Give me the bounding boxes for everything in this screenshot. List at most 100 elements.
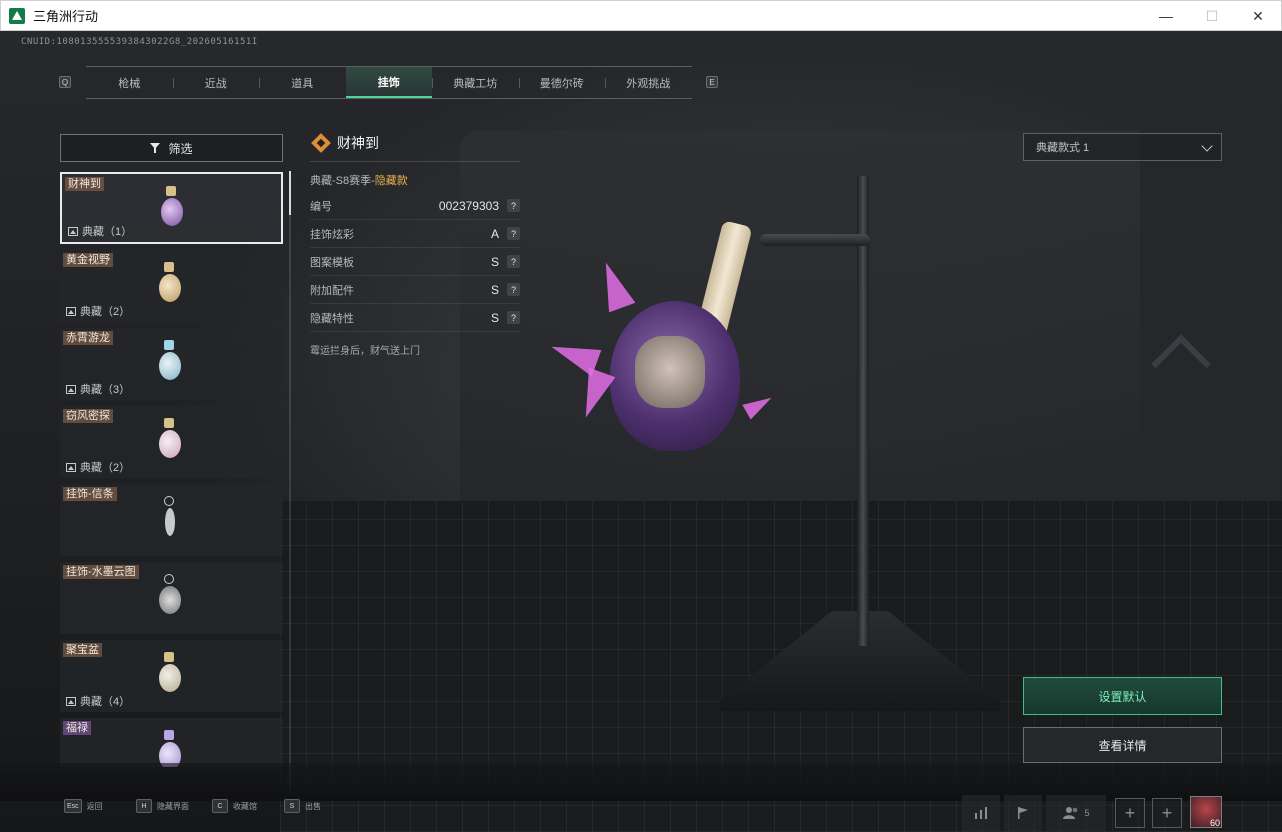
- tab-props[interactable]: 道具: [259, 67, 346, 98]
- filter-label: 筛选: [168, 141, 193, 156]
- key-s: S: [284, 799, 300, 813]
- hint-back[interactable]: Esc 返回: [64, 799, 103, 813]
- divider: [310, 161, 520, 162]
- grade-value: S: [490, 282, 499, 297]
- item-collection-tag: 典藏（3）: [66, 381, 130, 397]
- item-name: 福禄: [63, 721, 91, 735]
- list-item[interactable]: 窃风密探 典藏（2）: [60, 406, 283, 478]
- grade-value: S: [490, 254, 499, 269]
- charm-thumbnail: [156, 418, 184, 464]
- game-viewport: CNUID:1080135555393843022G8_20260516151I…: [0, 31, 1282, 832]
- list-scrollbar-track[interactable]: [289, 171, 291, 796]
- list-item[interactable]: 聚宝盆 典藏（4）: [60, 640, 283, 712]
- tab-guns[interactable]: 枪械: [86, 67, 173, 98]
- team-count: 5: [1084, 808, 1090, 818]
- style-dropdown[interactable]: 典藏款式 1: [1023, 133, 1222, 161]
- collection-rarity-icon: [311, 133, 331, 153]
- maximize-button[interactable]: ☐: [1189, 1, 1235, 31]
- cnuid-text: CNUID:1080135555393843022G8_20260516151I: [21, 37, 258, 47]
- funnel-icon: [150, 143, 161, 153]
- item-name: 聚宝盆: [63, 643, 102, 657]
- list-item[interactable]: 财神到 典藏（1）: [60, 172, 283, 244]
- charm-face: [635, 336, 705, 408]
- view-details-button[interactable]: 查看详情: [1023, 727, 1222, 763]
- help-icon[interactable]: ?: [507, 227, 520, 240]
- key-c: C: [212, 799, 228, 813]
- close-button[interactable]: ✕: [1235, 1, 1281, 31]
- detail-title: 财神到: [337, 135, 379, 151]
- tab-charms[interactable]: 挂饰: [345, 67, 432, 98]
- player-avatar[interactable]: 60: [1190, 796, 1222, 828]
- list-item[interactable]: 黄金视野 典藏（2）: [60, 250, 283, 322]
- detail-row-serial: 编号 002379303?: [310, 192, 520, 220]
- charm-thumbnail: [156, 262, 184, 308]
- hidden-edition-label: 隐藏款: [374, 175, 408, 187]
- key-esc: Esc: [64, 799, 82, 813]
- chevron-down-icon: [1201, 140, 1213, 152]
- window-controls: — ☐ ✕: [1143, 1, 1281, 31]
- item-name: 赤霄游龙: [63, 331, 113, 345]
- filter-button[interactable]: 筛选: [60, 134, 283, 162]
- invite-slot-plus-icon[interactable]: +: [1115, 798, 1145, 828]
- detail-row-accessory: 附加配件 S?: [310, 276, 520, 304]
- tab-next-key[interactable]: E: [706, 76, 718, 88]
- charm-thumbnail: [158, 186, 186, 232]
- tab-appearance-challenge[interactable]: 外观挑战: [605, 67, 692, 98]
- detail-row-hidden-trait: 隐藏特性 S?: [310, 304, 520, 332]
- style-dropdown-value: 典藏款式 1: [1036, 142, 1090, 154]
- window-title: 三角洲行动: [33, 9, 99, 24]
- charm-thumbnail: [156, 730, 184, 767]
- list-item[interactable]: 赤霄游龙 典藏（3）: [60, 328, 283, 400]
- tab-melee[interactable]: 近战: [172, 67, 260, 98]
- help-icon[interactable]: ?: [507, 255, 520, 268]
- item-name: 挂饰-水墨云图: [63, 565, 139, 579]
- list-item[interactable]: 挂饰-水墨云图: [60, 562, 283, 634]
- minimize-button[interactable]: —: [1143, 1, 1189, 31]
- hint-collection-hall[interactable]: C 收藏馆: [212, 799, 257, 813]
- detail-row-pattern: 图案模板 S?: [310, 248, 520, 276]
- item-name: 黄金视野: [63, 253, 113, 267]
- charm-thumbnail: [156, 496, 184, 542]
- item-collection-tag: 典藏（2）: [66, 459, 130, 475]
- set-default-button[interactable]: 设置默认: [1023, 677, 1222, 715]
- list-item[interactable]: 福禄: [60, 718, 283, 767]
- team-button[interactable]: 5: [1046, 795, 1106, 831]
- detail-row-color: 挂饰炫彩 A?: [310, 220, 520, 248]
- invite-slot-plus-icon[interactable]: +: [1152, 798, 1182, 828]
- item-name: 挂饰-信条: [63, 487, 117, 501]
- grade-value: A: [490, 226, 499, 241]
- display-stand-pole: [857, 176, 869, 646]
- key-h: H: [136, 799, 152, 813]
- image-icon: [66, 384, 76, 394]
- image-icon: [66, 306, 76, 316]
- tab-prev-key[interactable]: Q: [59, 76, 71, 88]
- grade-value: S: [490, 310, 499, 325]
- season-tag: 典藏-S8赛季-隐藏款: [310, 175, 408, 187]
- player-level: 60: [1209, 818, 1220, 828]
- charm-detail-panel: 财神到 典藏-S8赛季-隐藏款 编号 002379303? 挂饰炫彩 A? 图案…: [310, 131, 520, 357]
- hint-sell[interactable]: S 出售: [284, 799, 321, 813]
- tab-collection-workshop[interactable]: 典藏工坊: [432, 67, 519, 98]
- list-item[interactable]: 挂饰-信条: [60, 484, 283, 556]
- item-name: 窃风密探: [63, 409, 113, 423]
- app-logo-icon: [9, 7, 25, 24]
- help-icon[interactable]: ?: [507, 311, 520, 324]
- serial-number: 002379303: [438, 198, 499, 213]
- charm-description: 霉运拦身后，财气送上门: [310, 346, 420, 357]
- list-scrollbar-thumb[interactable]: [289, 171, 291, 215]
- charm-list: 财神到 典藏（1） 黄金视野 典藏（2） 赤霄游龙 典藏（3） 窃风密探 典藏（…: [60, 171, 284, 767]
- item-collection-tag: 典藏（2）: [66, 303, 130, 319]
- charm-thumbnail: [156, 652, 184, 698]
- display-stand-arm: [760, 234, 870, 246]
- help-icon[interactable]: ?: [507, 199, 520, 212]
- item-collection-tag: 典藏（1）: [68, 223, 132, 239]
- image-icon: [66, 462, 76, 472]
- hint-hide-ui[interactable]: H 隐藏界面: [136, 799, 189, 813]
- window-titlebar: 三角洲行动 — ☐ ✕: [0, 0, 1282, 31]
- stats-icon[interactable]: [962, 795, 1000, 831]
- team-icon: [1063, 807, 1078, 819]
- tab-mandel-brick[interactable]: 曼德尔砖: [518, 67, 606, 98]
- image-icon: [68, 226, 78, 236]
- help-icon[interactable]: ?: [507, 283, 520, 296]
- flag-icon[interactable]: [1004, 795, 1042, 831]
